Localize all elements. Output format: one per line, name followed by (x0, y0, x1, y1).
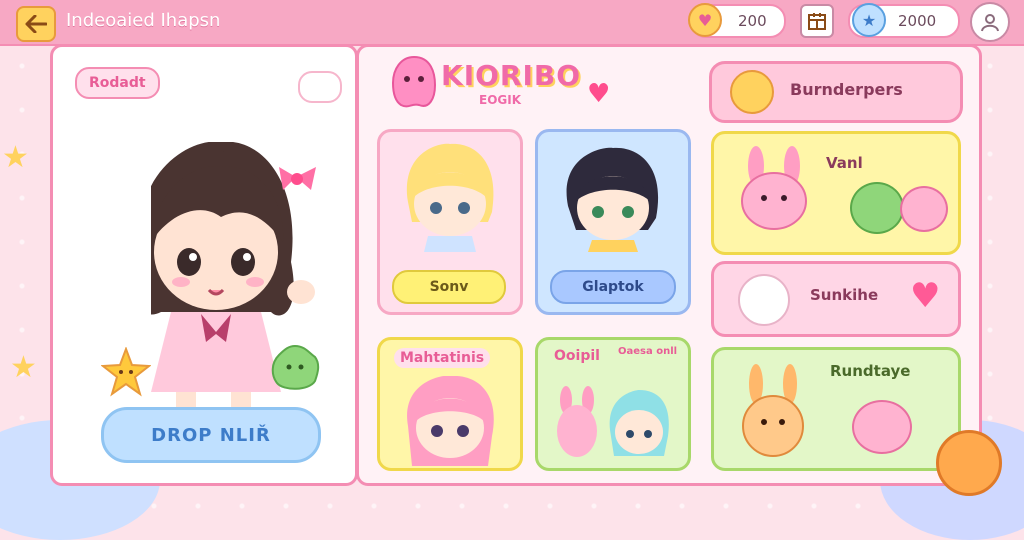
cloud-face-icon (298, 71, 342, 103)
character-preview-panel: Rodadt DROP NLIŘ (50, 44, 358, 486)
card-sublabel-ooipil: Oaesa onll (618, 346, 678, 357)
card-label-rundtaye: Rundtaye (830, 362, 911, 380)
star-icon: ★ (2, 140, 29, 175)
sun-face-icon (730, 70, 774, 114)
user-icon (981, 14, 999, 32)
heart-icon: ♥ (910, 276, 941, 316)
green-dino-icon (850, 182, 904, 234)
star-icon: ★ (10, 350, 37, 385)
heart-coin-icon: ♥ (688, 3, 722, 37)
chibi-character-image (151, 142, 316, 432)
pink-bunny-image (557, 386, 597, 457)
character-card-vanl[interactable]: Vanl (711, 131, 961, 255)
blonde-chibi-image (406, 143, 494, 252)
heart-icon: ♥ (587, 79, 611, 109)
character-card-darkhair[interactable]: Glaptok (535, 129, 691, 315)
card-button-sonv[interactable]: Sonv (392, 270, 506, 304)
star-gem-icon: ★ (852, 3, 886, 37)
character-card-mahtatinis[interactable]: Mahtatinis (377, 337, 523, 471)
game-logo-title: KIORIBO (441, 59, 582, 92)
card-label-sunkihe: Sunkihe (810, 286, 879, 304)
character-card-rundtaye[interactable]: Rundtaye (711, 347, 961, 471)
pink-bunny-small-icon (900, 186, 948, 232)
gem-value: 2000 (898, 12, 937, 30)
back-arrow-icon (25, 15, 47, 33)
calendar-icon[interactable] (800, 4, 834, 38)
coin-value: 200 (738, 12, 767, 30)
character-card-blonde[interactable]: Sonv (377, 129, 523, 315)
darkhair-chibi-image (566, 147, 659, 252)
profile-avatar-button[interactable] (970, 2, 1010, 42)
green-blob-buddy-icon (271, 344, 320, 390)
bluehair-chibi-image (609, 390, 669, 456)
yellow-star-buddy-icon (101, 347, 151, 397)
character-card-sunkihe[interactable]: Sunkihe ♥ (711, 261, 961, 337)
ghost-mascot-icon (391, 55, 437, 108)
pinkhair-chibi-image (407, 376, 494, 466)
character-card-ooipil[interactable]: Ooipil Oaesa onll (535, 337, 691, 471)
character-select-panel: KIORIBO EOGIK ♥ Burnderpers Sonv Glaptok (356, 44, 982, 486)
card-label-vanl: Vanl (826, 154, 863, 172)
card-label-mahtatinis: Mahtatinis (394, 348, 491, 368)
orange-bunny-mascot-icon (936, 430, 1002, 496)
card-label-ooipil: Ooipil (554, 348, 600, 364)
game-logo-subtitle: EOGIK (479, 93, 522, 107)
fox-bunny-image (742, 364, 804, 457)
character-badge: Rodadt (75, 67, 160, 99)
card-button-glaptok[interactable]: Glaptok (550, 270, 676, 304)
drop-button[interactable]: DROP NLIŘ (101, 407, 321, 463)
pink-bunny-image (741, 146, 807, 230)
white-bunny-icon (738, 274, 790, 326)
back-button[interactable] (16, 6, 56, 42)
pink-blob-icon (852, 400, 912, 454)
top-bar: Indeoaied Ihapsn 200 ♥ 2000 ★ (0, 0, 1024, 44)
banner-button[interactable]: Burnderpers (709, 61, 963, 123)
screen-title: Indeoaied Ihapsn (66, 10, 221, 31)
banner-label: Burnderpers (790, 80, 903, 99)
